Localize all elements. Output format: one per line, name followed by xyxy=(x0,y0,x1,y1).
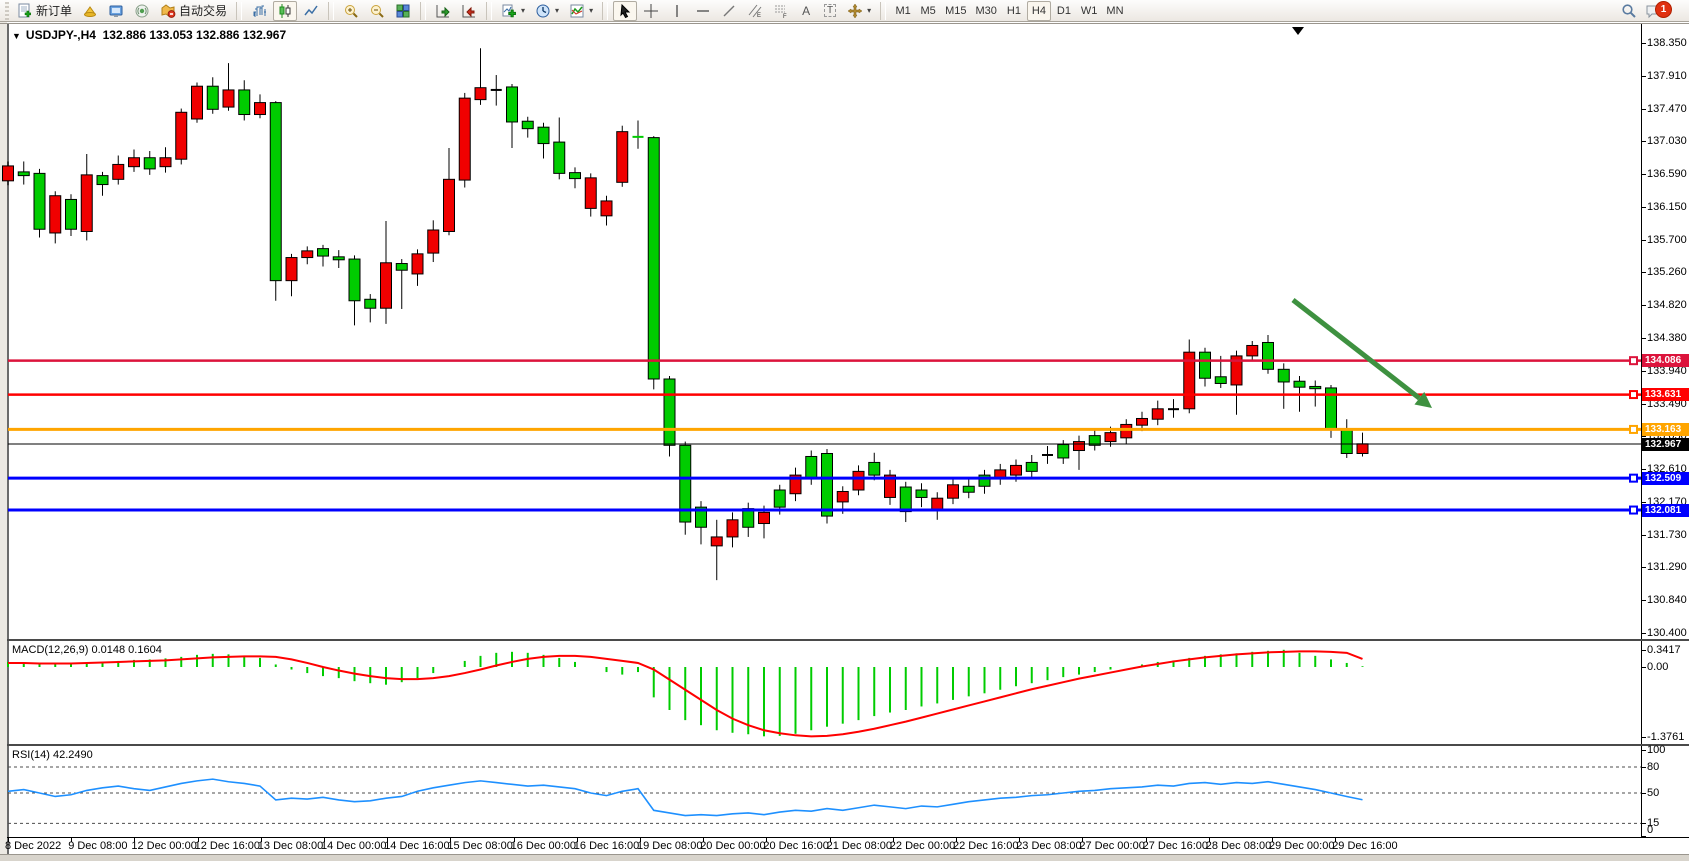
new-order-label: 新订单 xyxy=(36,2,72,19)
timeframe-button-m30[interactable]: M30 xyxy=(972,1,1001,21)
chart-shift-button[interactable] xyxy=(457,1,481,21)
indicators-icon xyxy=(569,3,585,19)
toolbar: 新订单 自动交易 xyxy=(0,0,1689,22)
toolbar-separator xyxy=(602,2,608,20)
text-tool-button[interactable]: A xyxy=(795,1,817,21)
candlestick-chart-button[interactable] xyxy=(273,1,297,21)
caret-down-icon: ▾ xyxy=(867,6,871,15)
timeframe-button-h4[interactable]: H4 xyxy=(1027,1,1051,21)
chart-shift-icon xyxy=(461,3,477,19)
broadcast-button[interactable] xyxy=(130,1,154,21)
gold-icon xyxy=(82,3,98,19)
terminal-button[interactable] xyxy=(104,1,128,21)
trendline-tool-button[interactable] xyxy=(717,1,741,21)
toolbar-separator xyxy=(420,2,426,20)
text-label-icon: T xyxy=(824,4,836,17)
crosshair-icon xyxy=(643,3,659,19)
candlestick-chart-icon xyxy=(277,3,293,19)
arrows-icon xyxy=(847,3,863,19)
time-axis-border xyxy=(7,837,1689,838)
horizontal-line-tool-button[interactable] xyxy=(691,1,715,21)
timeframe-button-mn[interactable]: MN xyxy=(1102,1,1127,21)
zoom-out-button[interactable] xyxy=(365,1,389,21)
chat-button[interactable]: 1 xyxy=(1641,1,1665,21)
toolbar-right-group: 1 xyxy=(1617,1,1679,21)
price-axis-border xyxy=(1641,24,1642,837)
toolbar-separator xyxy=(486,2,492,20)
new-chart-button[interactable]: ▾ xyxy=(497,1,529,21)
vertical-line-tool-button[interactable] xyxy=(665,1,689,21)
timeframe-button-w1[interactable]: W1 xyxy=(1077,1,1102,21)
toolbar-separator xyxy=(236,2,242,20)
crosshair-tool-button[interactable] xyxy=(639,1,663,21)
line-chart-icon xyxy=(303,3,319,19)
gold-button[interactable] xyxy=(78,1,102,21)
fibonacci-tool-button[interactable]: F xyxy=(769,1,793,21)
timeframe-button-h1[interactable]: H1 xyxy=(1002,1,1026,21)
notification-badge[interactable]: 1 xyxy=(1655,1,1672,18)
trendline-icon xyxy=(721,3,737,19)
toolbar-separator xyxy=(328,2,334,20)
zoom-in-button[interactable] xyxy=(339,1,363,21)
new-order-button[interactable]: 新订单 xyxy=(13,1,76,21)
auto-scroll-icon xyxy=(435,3,451,19)
caret-down-icon: ▾ xyxy=(589,6,593,15)
timeframe-button-m1[interactable]: M1 xyxy=(891,1,915,21)
period-button[interactable]: ▾ xyxy=(531,1,563,21)
new-order-icon xyxy=(17,3,33,19)
mt4-terminal: 新订单 自动交易 xyxy=(0,0,1689,861)
caret-down-icon: ▾ xyxy=(555,6,559,15)
toolbar-separator xyxy=(880,2,886,20)
timeframe-group: M1M5M15M30H1H4D1W1MN xyxy=(891,1,1127,21)
clock-icon xyxy=(535,3,551,19)
auto-trading-button[interactable]: 自动交易 xyxy=(156,1,231,21)
bar-chart-button[interactable] xyxy=(247,1,271,21)
bar-chart-icon xyxy=(251,3,267,19)
auto-trading-label: 自动交易 xyxy=(179,2,227,19)
window-bottom-strip xyxy=(0,854,1689,861)
new-chart-icon xyxy=(501,3,517,19)
auto-trading-icon xyxy=(160,3,176,19)
vertical-line-icon xyxy=(669,3,685,19)
fibonacci-icon: F xyxy=(773,3,789,19)
timeframe-button-m5[interactable]: M5 xyxy=(916,1,940,21)
zoom-out-icon xyxy=(369,3,385,19)
horizontal-line-icon xyxy=(695,3,711,19)
tile-windows-button[interactable] xyxy=(391,1,415,21)
caret-down-icon: ▾ xyxy=(521,6,525,15)
cursor-icon xyxy=(617,3,633,19)
text-label-tool-button[interactable]: T xyxy=(819,1,841,21)
text-tool-icon: A xyxy=(802,4,810,18)
line-chart-button[interactable] xyxy=(299,1,323,21)
indicators-button[interactable]: ▾ xyxy=(565,1,597,21)
search-button[interactable] xyxy=(1617,1,1641,21)
fibo-letter: F xyxy=(783,14,787,19)
tile-windows-icon xyxy=(395,3,411,19)
auto-scroll-button[interactable] xyxy=(431,1,455,21)
broadcast-icon xyxy=(134,3,150,19)
zoom-in-icon xyxy=(343,3,359,19)
arrows-tool-button[interactable]: ▾ xyxy=(843,1,875,21)
pane-splitter[interactable] xyxy=(7,744,1689,746)
toolbar-grip xyxy=(5,2,9,20)
chart-canvas[interactable] xyxy=(0,0,1689,861)
timeframe-button-m15[interactable]: M15 xyxy=(941,1,970,21)
pane-splitter[interactable] xyxy=(7,639,1689,641)
cursor-tool-button[interactable] xyxy=(613,1,637,21)
channel-icon: E xyxy=(747,3,763,19)
search-icon xyxy=(1621,3,1637,19)
channel-letter: E xyxy=(757,13,761,19)
timeframe-button-d1[interactable]: D1 xyxy=(1052,1,1076,21)
channel-tool-button[interactable]: E xyxy=(743,1,767,21)
terminal-icon xyxy=(108,3,124,19)
